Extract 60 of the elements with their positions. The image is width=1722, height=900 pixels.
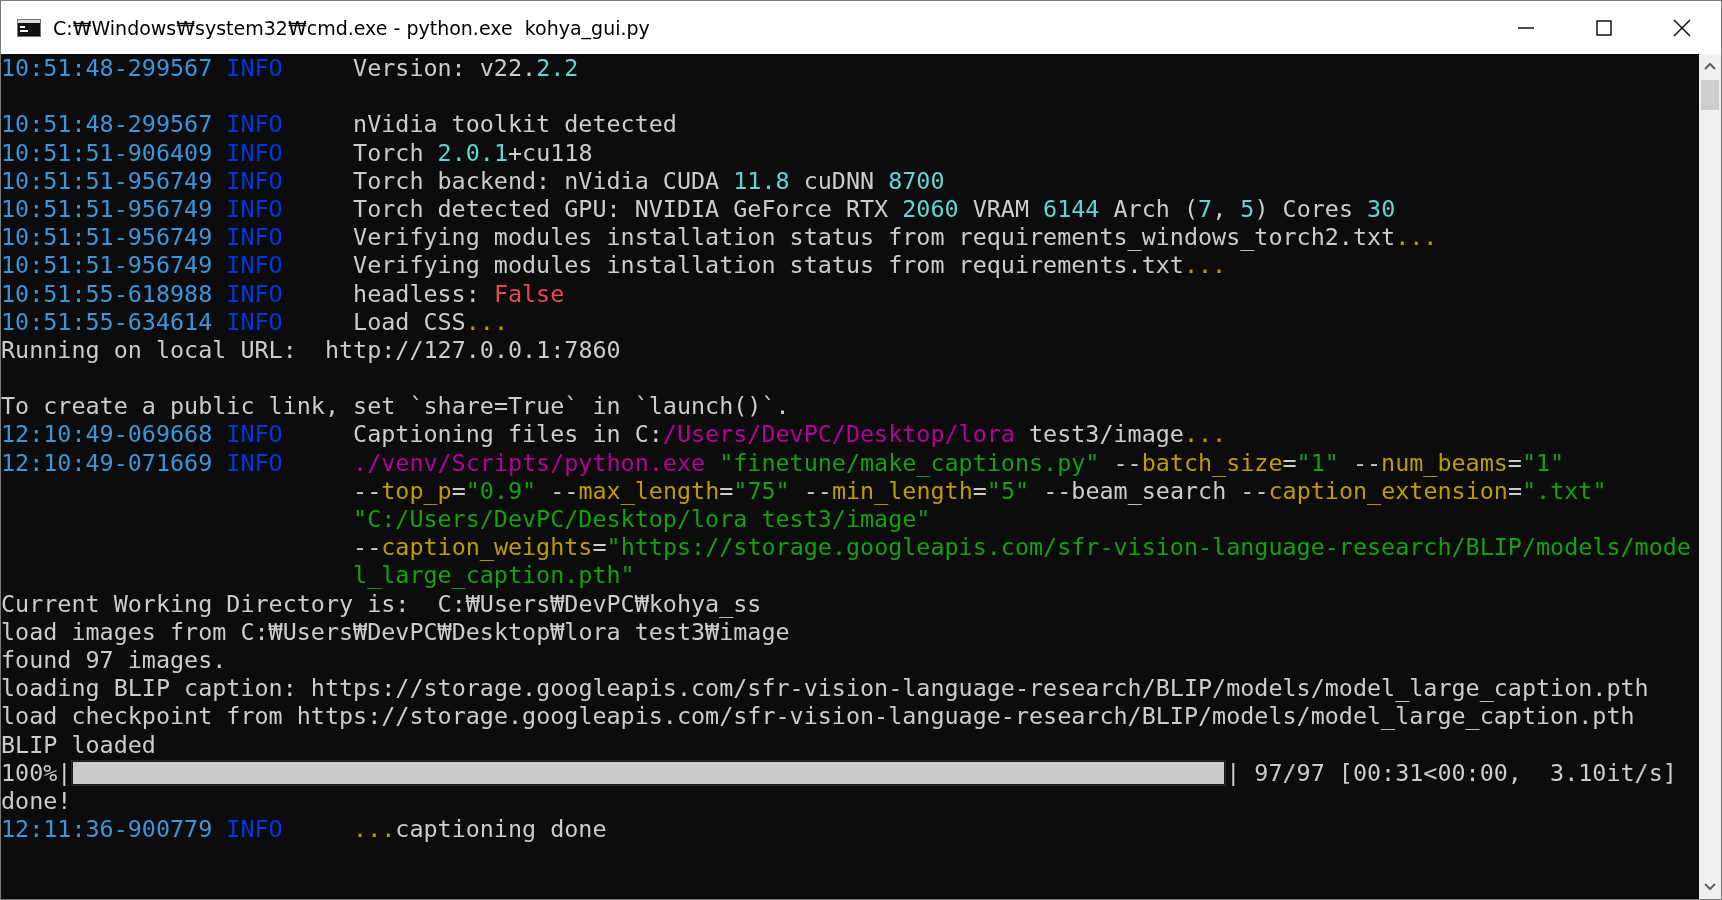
progress-stats: | 97/97 [00:31<00:00, 3.10it/s]	[1226, 758, 1677, 787]
log-message: nVidia toolkit detected	[353, 110, 677, 139]
log-level: INFO	[226, 166, 284, 195]
console-text: Current Working Directory is: C:₩Users₩DevPC₩kohya_ss	[1, 589, 762, 618]
log-level: INFO	[226, 251, 284, 280]
log-level: INFO	[226, 307, 284, 336]
log-message: "C:/Users/DevPC/Desktop/lora test3/image"	[353, 505, 931, 534]
console-text: found 97 images.	[1, 645, 227, 675]
log-message: Load CSS...	[353, 307, 508, 336]
scroll-down-icon[interactable]	[1704, 883, 1716, 891]
log-level: INFO	[226, 223, 284, 252]
console-text: BLIP loaded	[1, 730, 156, 759]
console-text: loading BLIP caption: https://storage.googleapis.com/sfr-vision-language-research/BLIP/models/model_large_caption.pth	[1, 674, 1649, 703]
log-timestamp: 12:10:49-071669	[1, 448, 214, 477]
log-timestamp: 10:51:51-956749	[1, 223, 214, 252]
log-timestamp: 12:10:49-069668	[1, 420, 214, 449]
log-level: INFO	[226, 420, 284, 449]
log-level: INFO	[226, 448, 284, 477]
log-timestamp: 10:51:51-956749	[1, 251, 214, 280]
log-message: Verifying modules installation status from requirements_windows_torch2.txt...	[353, 223, 1438, 252]
minimize-icon	[1518, 26, 1534, 29]
console-text: load checkpoint from https://storage.googleapis.com/sfr-vision-language-research/BLIP/models/model_large_caption.pth	[1, 702, 1635, 731]
log-level: INFO	[226, 279, 284, 308]
log-timestamp: 10:51:51-906409	[1, 138, 214, 167]
log-timestamp: 10:51:51-956749	[1, 194, 214, 224]
progress-percent: 100%|	[1, 758, 72, 787]
scroll-up-icon[interactable]	[1704, 62, 1716, 70]
log-message: --caption_weights="https://storage.googleapis.com/sfr-vision-language-research/BLIP/models/mode	[353, 533, 1691, 562]
log-timestamp: 12:11:36-900779	[1, 815, 214, 844]
log-timestamp: 10:51:51-956749	[1, 166, 214, 195]
log-message: headless: False	[353, 279, 565, 308]
log-level: INFO	[226, 815, 284, 844]
terminal-icon	[17, 18, 41, 37]
log-level: INFO	[226, 54, 284, 83]
log-message: l_large_caption.pth"	[353, 561, 635, 590]
console-text: load images from C:₩Users₩DevPC₩Desktop₩lora test3₩image	[1, 617, 790, 646]
log-message: Verifying modules installation status from requirements.txt...	[353, 251, 1227, 280]
log-level: INFO	[226, 194, 284, 224]
log-timestamp: 10:51:48-299567	[1, 110, 214, 139]
maximize-icon	[1596, 19, 1612, 36]
log-level: INFO	[226, 138, 284, 167]
log-message: Torch backend: nVidia CUDA 11.8 cuDNN 8700	[353, 166, 945, 195]
log-message: ...captioning done	[353, 815, 607, 844]
scrollbar[interactable]	[1699, 54, 1721, 899]
scrollbar-thumb[interactable]	[1701, 80, 1719, 110]
log-timestamp: 10:51:55-634614	[1, 307, 214, 336]
close-icon	[1673, 18, 1691, 37]
log-message: ./venv/Scripts/python.exe "finetune/make_captions.py" --batch_size="1" --num_beams="1"	[353, 448, 1565, 477]
log-timestamp: 10:51:48-299567	[1, 54, 214, 83]
log-message: Captioning files in C:/Users/DevPC/Desktop/lora test3/image...	[353, 420, 1227, 449]
log-message: --top_p="0.9" --max_length="75" --min_length="5" --beam_search --caption_extension=".txt"	[353, 476, 1607, 505]
log-message: Torch 2.0.1+cu118	[353, 138, 593, 167]
console-text: done!	[1, 786, 72, 816]
log-level: INFO	[226, 110, 284, 139]
log-message: Version: v22.2.2	[353, 54, 579, 83]
log-timestamp: 10:51:55-618988	[1, 279, 214, 308]
console-text: To create a public link, set `share=True` in `launch()`.	[1, 392, 790, 421]
window-title: C:₩Windows₩system32₩cmd.exe - python.exe kohya_gui.py	[53, 16, 650, 39]
log-message: Torch detected GPU: NVIDIA GeForce RTX 2060 VRAM 6144 Arch (7, 5) Cores 30	[353, 194, 1396, 224]
console-text: Running on local URL: http://127.0.0.1:7860	[1, 335, 621, 365]
